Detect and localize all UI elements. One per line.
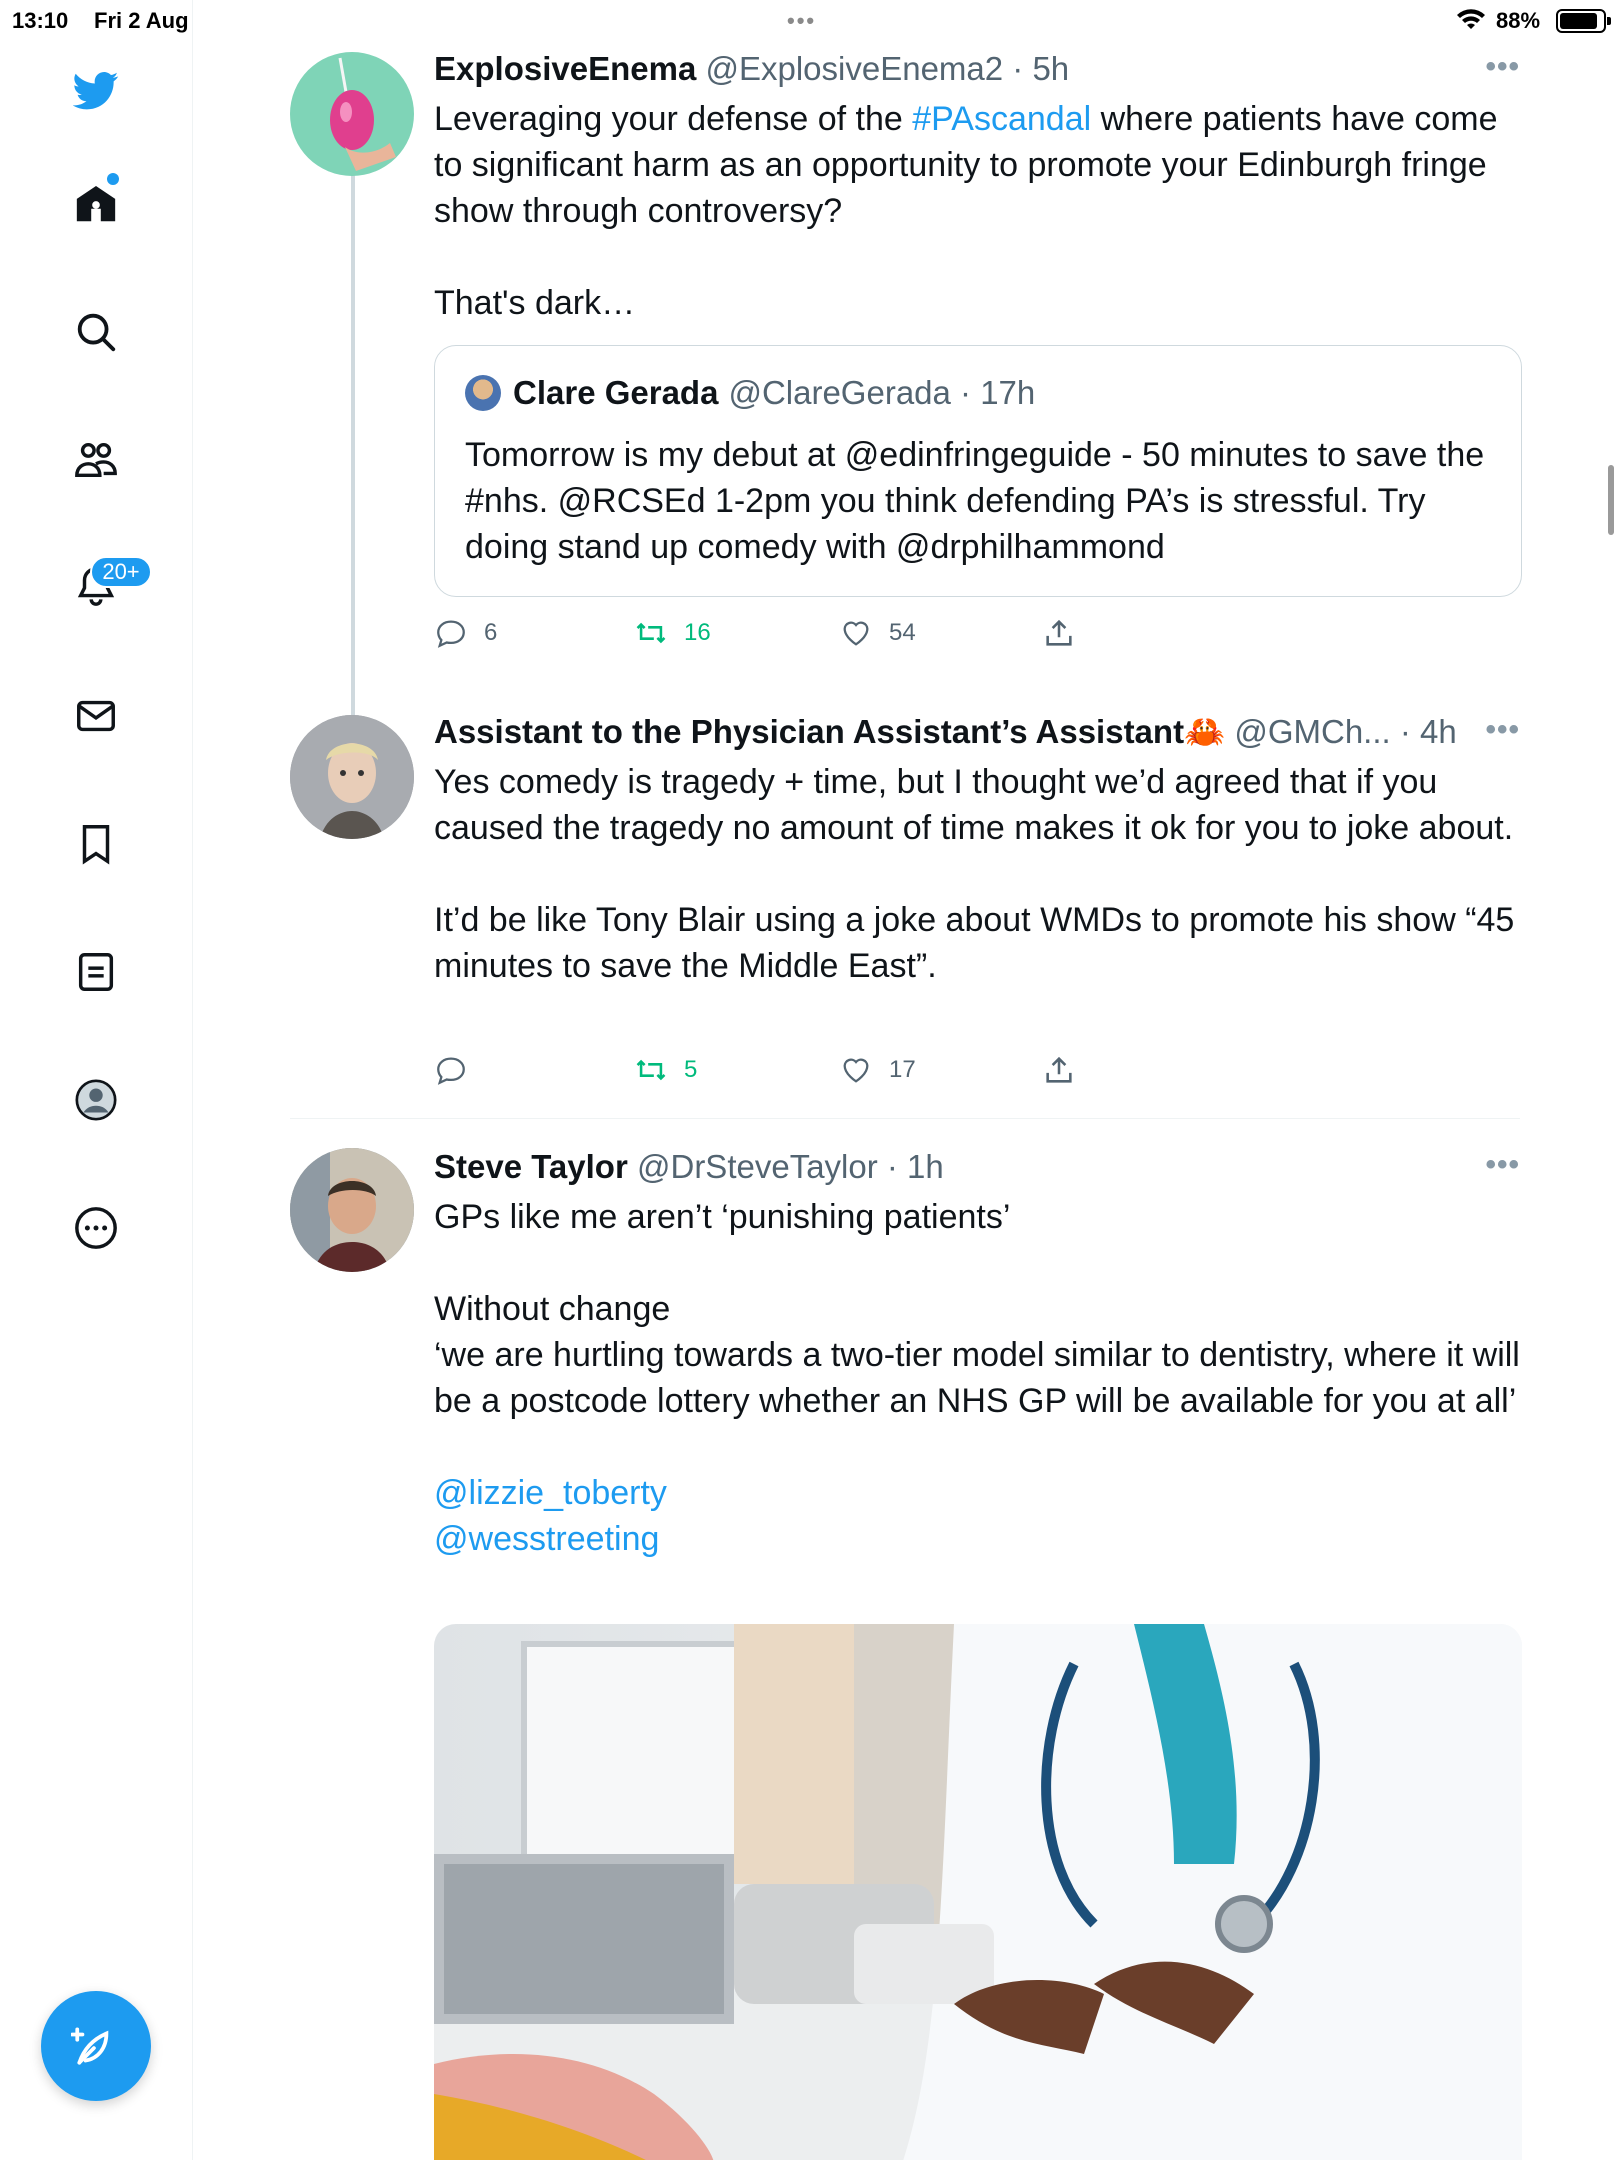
- author-name[interactable]: ExplosiveEnema: [434, 50, 696, 87]
- retweet-icon: [636, 1059, 666, 1081]
- like-count: 54: [889, 619, 916, 646]
- quoted-tweet-header: Clare Gerada @ClareGerada · 17h: [465, 374, 1035, 412]
- reply-icon: [437, 1057, 465, 1085]
- tweet-text-para1: Yes comedy is tragedy + time, but I thou…: [434, 763, 1514, 847]
- tweet-divider: [290, 1118, 1520, 1119]
- quoted-tweet[interactable]: Clare Gerada @ClareGerada · 17h Tomorrow…: [434, 345, 1522, 597]
- author-name[interactable]: Steve Taylor: [434, 1148, 628, 1185]
- share-button[interactable]: [1042, 1053, 1076, 1087]
- author-name[interactable]: Assistant to the Physician Assistant’s A…: [434, 713, 1225, 750]
- compose-icon: [71, 2027, 109, 2065]
- messages-icon[interactable]: [66, 686, 126, 746]
- communities-icon[interactable]: [66, 430, 126, 490]
- retweet-icon: [636, 622, 666, 644]
- tweet-text-line2: That's dark…: [434, 284, 636, 322]
- more-options-icon[interactable]: •••: [1485, 50, 1520, 84]
- avatar[interactable]: [290, 1148, 414, 1272]
- lists-icon[interactable]: [66, 942, 126, 1002]
- quoted-avatar: [465, 375, 501, 411]
- tweet-photo[interactable]: [434, 1624, 1522, 2160]
- like-button[interactable]: 17: [839, 1053, 916, 1087]
- hashtag-link[interactable]: #PAscandal: [912, 100, 1091, 138]
- more-icon[interactable]: [66, 1198, 126, 1258]
- search-icon[interactable]: [66, 302, 126, 362]
- tweet-text-line1: GPs like me aren’t ‘punishing patients’: [434, 1198, 1011, 1236]
- avatar[interactable]: [290, 715, 414, 839]
- tweet-header: Assistant to the Physician Assistant’s A…: [434, 713, 1457, 752]
- status-bar: 13:10 Fri 2 Aug ••• 88%: [0, 0, 1620, 40]
- like-count: 17: [889, 1056, 916, 1083]
- tweet-text-line3: ‘we are hurtling towards a two-tier mode…: [434, 1336, 1530, 1420]
- reply-button[interactable]: 6: [434, 616, 497, 650]
- author-handle[interactable]: @ExplosiveEnema2 · 5h: [705, 50, 1069, 87]
- author-handle[interactable]: @GMCh... · 4h: [1234, 713, 1456, 750]
- tweet-text: Leveraging your defense of the #PAscanda…: [434, 96, 1524, 326]
- heart-icon: [843, 1058, 869, 1083]
- reply-icon: [437, 620, 465, 648]
- tweet-text: GPs like me aren’t ‘punishing patients’ …: [434, 1194, 1524, 1562]
- retweet-button[interactable]: 5: [634, 1053, 697, 1087]
- share-icon: [1046, 619, 1072, 646]
- retweet-button[interactable]: 16: [634, 616, 711, 650]
- more-options-icon[interactable]: •••: [1485, 713, 1520, 747]
- reply-count: 6: [484, 619, 498, 646]
- like-button[interactable]: 54: [839, 616, 916, 650]
- author-handle[interactable]: @DrSteveTaylor · 1h: [637, 1148, 944, 1185]
- sidebar: 20+: [0, 0, 193, 2160]
- notifications-badge: 20+: [90, 556, 152, 588]
- quoted-tweet-text: Tomorrow is my debut at @edinfringeguide…: [465, 436, 1485, 566]
- multitasking-dots-icon[interactable]: •••: [787, 8, 816, 34]
- battery-nub: [1607, 17, 1611, 25]
- mention-link[interactable]: @wesstreeting: [434, 1516, 1524, 1562]
- retweet-count: 16: [684, 619, 711, 646]
- reply-button[interactable]: [434, 1053, 484, 1087]
- more-options-icon[interactable]: •••: [1485, 1148, 1520, 1182]
- bookmarks-icon[interactable]: [66, 814, 126, 874]
- battery-fill: [1560, 13, 1597, 29]
- thread-connector: [351, 175, 355, 715]
- compose-button[interactable]: [41, 1991, 151, 2101]
- profile-icon[interactable]: [66, 1070, 126, 1130]
- tweet-text-para2: It’d be like Tony Blair using a joke abo…: [434, 901, 1524, 985]
- heart-icon: [843, 621, 869, 646]
- battery-percent: 88%: [1496, 8, 1541, 33]
- tweet-text-line2: Without change: [434, 1290, 671, 1328]
- twitter-logo-icon[interactable]: [66, 60, 126, 120]
- mention-link[interactable]: @lizzie_toberty: [434, 1470, 1524, 1516]
- home-unread-dot: [107, 173, 119, 185]
- wifi-icon: [1456, 9, 1486, 37]
- share-button[interactable]: [1042, 616, 1076, 650]
- avatar[interactable]: [290, 52, 414, 176]
- retweet-count: 5: [684, 1056, 698, 1083]
- battery-icon: [1556, 9, 1611, 33]
- tweet-text-pre: Leveraging your defense of the: [434, 100, 913, 138]
- quoted-author-name: Clare Gerada: [513, 374, 719, 411]
- share-icon: [1046, 1056, 1072, 1083]
- tweet-header: ExplosiveEnema @ExplosiveEnema2 · 5h: [434, 50, 1069, 88]
- tweet-header: Steve Taylor @DrSteveTaylor · 1h: [434, 1148, 944, 1186]
- tweet-text: Yes comedy is tragedy + time, but I thou…: [434, 759, 1524, 989]
- quoted-author-handle: @ClareGerada · 17h: [728, 374, 1036, 411]
- tweet-actions: 6 16 54: [434, 616, 1134, 656]
- doctor-photo-image: [434, 1624, 1522, 2160]
- scrollbar[interactable]: [1608, 465, 1614, 535]
- tweet-actions: 5 17: [434, 1053, 1134, 1093]
